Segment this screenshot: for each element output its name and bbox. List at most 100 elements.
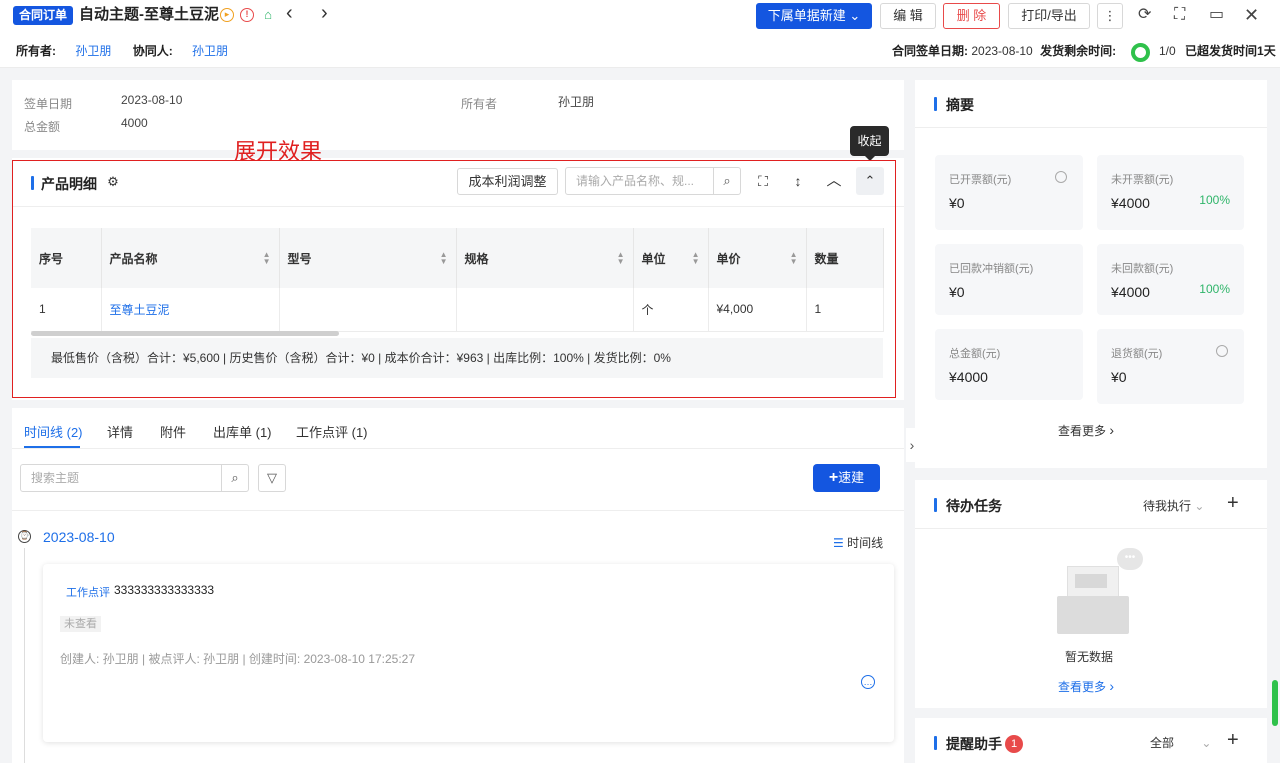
delivery-count: 1/0 [1159,44,1176,58]
overdue-text: 已超发货时间1天 [1185,44,1276,58]
add-todo-plus-icon[interactable]: + [1227,492,1239,515]
annotation-box [12,160,896,398]
entry-content: 333333333333333 [114,583,215,597]
card-label: 未回款额(元) [1111,263,1174,275]
tab-timeline[interactable]: 时间线 (2) [24,422,83,441]
filter-icon[interactable]: ▽ [258,464,286,492]
entry-type-label: 工作点评 [66,587,110,599]
todo-more-link[interactable]: 查看更多 › [1058,678,1114,695]
tab-work-review[interactable]: 工作点评 (1) [296,422,368,441]
search-icon[interactable]: ⌕ [221,464,249,492]
more-menu-button[interactable]: ⋮ [1097,3,1123,29]
chevron-right-icon: › [1109,422,1115,438]
summary-more-label: 查看更多 [1058,424,1107,438]
tab-attachments[interactable]: 附件 [160,422,186,441]
section-bar [934,97,937,111]
page-title: 自动主题-至尊土豆泥 [79,6,219,23]
divider [12,510,904,511]
timeline-view-label: 时间线 [847,536,884,550]
divider [915,127,1267,128]
card-label: 已开票额(元) [949,174,1012,186]
fullscreen-icon[interactable]: ⛶ [1174,6,1185,24]
plus-icon: + [828,469,839,486]
card-value: ¥4000 [949,369,988,385]
timeline-entry-card[interactable]: 工作点评 333333333333333 未查看 创建人: 孙卫朋 | 被点评人… [43,564,894,742]
chevron-right-icon: › [1109,678,1115,694]
reminder-title: 提醒助手 [946,736,1002,752]
chevron-down-icon: ⌄ [849,8,861,23]
contract-meta: 合同签单日期: 2023-08-10 发货剩余时间: [892,44,1116,58]
minimize-window-icon[interactable]: ▭ [1209,6,1224,24]
new-sub-document-button[interactable]: 下属单据新建 ⌄ [756,3,872,29]
prev-arrow-icon[interactable]: ‹ [286,3,293,23]
add-reminder-plus-icon[interactable]: + [1227,729,1239,752]
progress-ring [1131,43,1150,62]
reminder-filter-select[interactable]: 全部 ⌄ [1150,734,1211,751]
timeline-line [24,548,25,763]
uninvoiced-amount-card: 未开票额(元) ¥4000 100% [1097,155,1244,230]
reminder-count-badge: 1 [1005,735,1023,753]
status-play-icon[interactable]: ▸ [220,8,234,22]
card-value: ¥0 [949,284,965,300]
edit-button[interactable]: 编 辑 [880,3,936,29]
card-value: ¥4000 [1111,195,1150,211]
tab-details[interactable]: 详情 [107,422,133,441]
sign-date-field-value: 2023-08-10 [121,93,183,107]
page-scrollbar[interactable] [1272,680,1278,726]
owner-label: 所有者: [16,44,56,58]
refresh-icon[interactable]: ⟳ [1138,6,1151,24]
section-bar [934,498,937,512]
card-value: ¥4000 [1111,284,1150,300]
timeline-date: 2023-08-10 [43,529,115,545]
delivery-status: 1/0 已超发货时间1天 [1159,44,1276,58]
todo-filter-select[interactable]: 待我执行 ⌄ [1143,497,1204,514]
alert-icon[interactable]: ! [240,8,254,22]
card-value: ¥0 [1111,369,1127,385]
card-label: 未开票额(元) [1111,174,1174,186]
top-bar: 合同订单 自动主题-至尊土豆泥 ▸ ! ⌂ ‹ › 下属单据新建 ⌄ 编 辑 删… [0,0,1280,68]
total-amount-card: 总金额(元) ¥4000 [935,329,1083,400]
timeline-search-input[interactable]: 搜索主题 [20,464,222,492]
clock-icon [1216,345,1228,357]
owner-field-label: 所有者 [461,97,498,111]
summary-title: 摘要 [946,97,974,113]
card-label: 已回款冲销额(元) [949,263,1034,275]
print-export-button[interactable]: 打印/导出 [1008,3,1090,29]
divider [915,528,1267,529]
owner-field-value: 孙卫朋 [558,95,595,109]
owner-link[interactable]: 孙卫朋 [75,44,111,58]
remaining-time-label: 发货剩余时间: [1040,44,1117,58]
total-field-label: 总金额 [24,120,61,134]
basic-info-panel: 签单日期 2023-08-10 总金额 4000 所有者 孙卫朋 [12,80,904,150]
summary-more-link[interactable]: 查看更多 › [1058,422,1114,439]
card-percent: 100% [1199,193,1230,207]
invoiced-amount-card: 已开票额(元) ¥0 [935,155,1083,230]
quick-create-button[interactable]: +速建 [813,464,880,492]
return-amount-card: 退货额(元) ¥0 [1097,329,1244,404]
collaborator-link[interactable]: 孙卫朋 [192,44,228,58]
tab-outbound[interactable]: 出库单 (1) [213,422,272,441]
quick-create-label: 速建 [838,470,865,485]
unread-badge: 未查看 [60,616,101,632]
entry-meta: 创建人: 孙卫朋 | 被点评人: 孙卫朋 | 创建时间: 2023-08-10 … [60,652,416,666]
total-field-value: 4000 [121,116,148,130]
document-line [1075,574,1107,588]
delete-button[interactable]: 删 除 [943,3,1000,29]
card-percent: 100% [1199,282,1230,296]
reminder-filter-value: 全部 [1150,736,1175,750]
card-value: ¥0 [949,195,965,211]
sign-date-field-label: 签单日期 [24,97,73,111]
unpaid-amount-card: 未回款额(元) ¥4000 100% [1097,244,1244,315]
collaborator-label: 协同人: [132,44,173,58]
empty-inbox-illustration: ••• [1055,548,1145,636]
close-icon[interactable]: ✕ [1244,6,1259,24]
timeline-view-toggle[interactable]: ☰ 时间线 [833,534,883,551]
chat-bubble-icon: ••• [1117,548,1143,570]
sign-date-value: 2023-08-10 [971,44,1033,58]
comment-icon[interactable]: … [861,675,875,689]
empty-state-text: 暂无数据 [1065,650,1114,664]
share-icon[interactable]: ⌂ [261,8,275,22]
next-arrow-icon[interactable]: › [321,3,328,23]
annotation-label: 展开效果 [234,140,323,165]
clock-icon: ⌚ [18,530,31,543]
